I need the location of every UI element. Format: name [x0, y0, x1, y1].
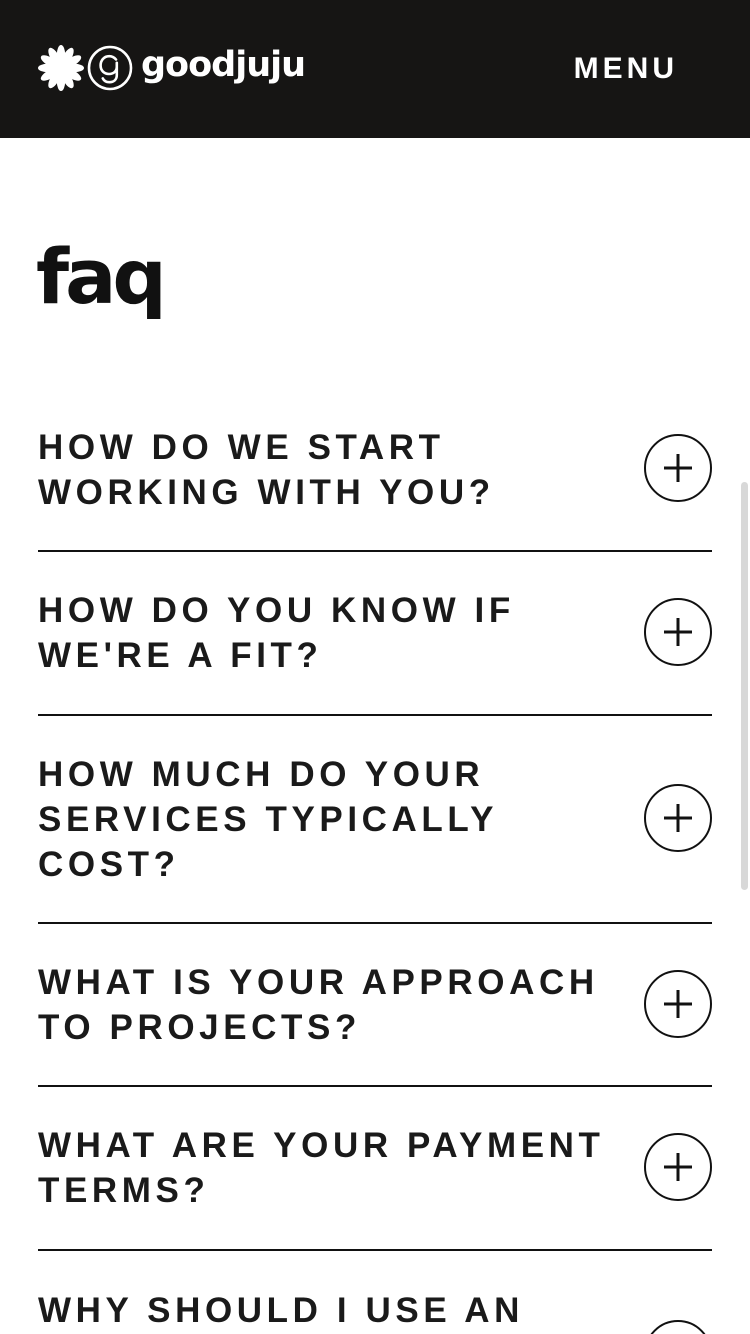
- logo[interactable]: goodjuju: [38, 44, 306, 92]
- faq-question: WHAT IS YOUR APPROACH TO PROJECTS?: [38, 963, 599, 1047]
- faq-question: HOW MUCH DO YOUR SERVICES TYPICALLY COST…: [38, 755, 498, 884]
- plus-icon: [664, 990, 692, 1018]
- faq-item[interactable]: WHY SHOULD I USE AN: [38, 1251, 712, 1334]
- site-header: goodjuju MENU: [0, 0, 750, 138]
- plus-icon: [664, 618, 692, 646]
- faq-item[interactable]: HOW DO YOU KNOW IF WE'RE A FIT?: [38, 552, 712, 716]
- expand-toggle-button[interactable]: [644, 434, 712, 502]
- faq-item[interactable]: HOW MUCH DO YOUR SERVICES TYPICALLY COST…: [38, 716, 712, 924]
- brand-name: goodjuju: [141, 44, 306, 85]
- flower-icon: [38, 45, 84, 91]
- faq-question: HOW DO YOU KNOW IF WE'RE A FIT?: [38, 591, 515, 675]
- expand-toggle-button[interactable]: [644, 1320, 712, 1334]
- expand-toggle-button[interactable]: [644, 598, 712, 666]
- g-monogram-icon: [87, 45, 133, 91]
- menu-button[interactable]: MENU: [574, 51, 678, 87]
- expand-toggle-button[interactable]: [644, 784, 712, 852]
- faq-question: HOW DO WE START WORKING WITH YOU?: [38, 428, 495, 512]
- expand-toggle-button[interactable]: [644, 970, 712, 1038]
- faq-item[interactable]: HOW DO WE START WORKING WITH YOU?: [38, 420, 712, 552]
- expand-toggle-button[interactable]: [644, 1133, 712, 1201]
- scrollbar[interactable]: [741, 482, 748, 890]
- faq-question: WHY SHOULD I USE AN: [38, 1291, 525, 1330]
- plus-icon: [664, 1153, 692, 1181]
- faq-question: WHAT ARE YOUR PAYMENT TERMS?: [38, 1126, 605, 1210]
- faq-item[interactable]: WHAT ARE YOUR PAYMENT TERMS?: [38, 1087, 712, 1251]
- page-title: faq: [36, 232, 167, 321]
- faq-item[interactable]: WHAT IS YOUR APPROACH TO PROJECTS?: [38, 924, 712, 1087]
- plus-icon: [664, 804, 692, 832]
- plus-icon: [664, 454, 692, 482]
